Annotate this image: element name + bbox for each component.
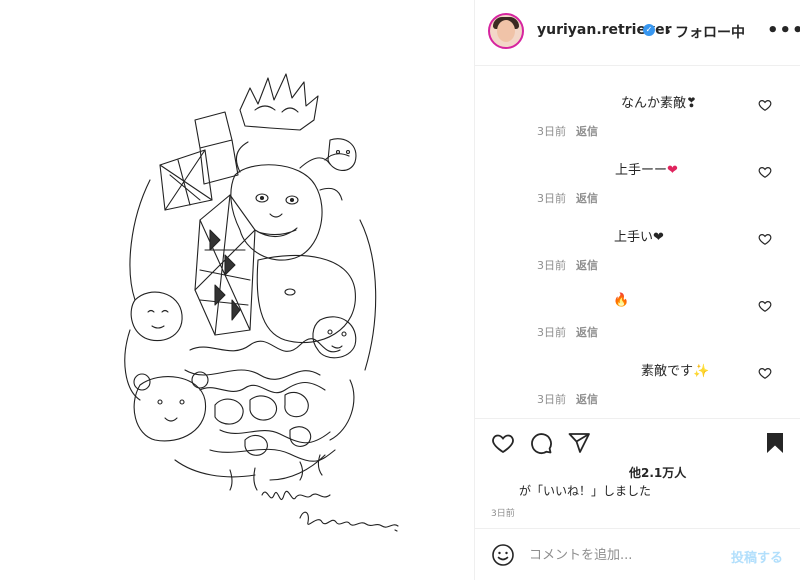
avatar[interactable] — [488, 13, 524, 49]
comment-item: 素敵です✨ 3日前 返信 — [475, 335, 800, 406]
emoji-smile-icon[interactable] — [491, 543, 515, 567]
post-header: yuriyan.retriever ✓ ・フォロー中 ••• — [475, 0, 800, 66]
comment-item: 上手ーー❤ 3日前 返信 — [475, 134, 800, 205]
avatar-face — [497, 20, 515, 42]
bookmark-icon[interactable] — [763, 431, 787, 455]
action-bar — [475, 418, 800, 462]
comment-like-heart-icon[interactable] — [758, 299, 772, 313]
comment-icon[interactable] — [529, 431, 553, 455]
share-icon[interactable] — [567, 431, 591, 455]
comment-item: なんか素敵❣ 3日前 返信 — [475, 67, 800, 138]
follow-status-button[interactable]: ・フォロー中 — [661, 22, 745, 42]
post-image[interactable] — [0, 0, 474, 580]
more-options-icon[interactable]: ••• — [767, 20, 800, 41]
comments-list[interactable]: なんか素敵❣ 3日前 返信 上手ーー❤ 3日前 返信 上手い❤ 3日前 返信 🔥… — [475, 67, 800, 417]
comment-text: 🔥 — [613, 293, 630, 308]
heart-icon[interactable] — [491, 431, 515, 455]
comment-item: 🔥 3日前 返信 — [475, 268, 800, 339]
comment-text: 上手ーー❤ — [615, 163, 678, 178]
post-comment-button[interactable]: 投稿する — [731, 547, 783, 566]
likes-summary[interactable]: 他2.1万人 が「いいね！」しました — [475, 462, 800, 498]
line-drawing-artwork — [124, 73, 399, 532]
comment-text: 素敵です✨ — [641, 364, 710, 379]
comment-like-heart-icon[interactable] — [758, 232, 772, 246]
comment-text: なんか素敵❣ — [621, 96, 697, 111]
instagram-post: yuriyan.retriever ✓ ・フォロー中 ••• なんか素敵❣ 3日… — [0, 0, 800, 580]
add-comment-bar: 投稿する — [475, 528, 800, 580]
reply-button[interactable]: 返信 — [576, 393, 598, 406]
comment-like-heart-icon[interactable] — [758, 366, 772, 380]
post-sidebar: yuriyan.retriever ✓ ・フォロー中 ••• なんか素敵❣ 3日… — [474, 0, 800, 580]
comment-like-heart-icon[interactable] — [758, 165, 772, 179]
comment-item: 上手い❤ 3日前 返信 — [475, 201, 800, 272]
likes-text: が「いいね！」しました — [519, 484, 652, 498]
verified-badge-icon: ✓ — [643, 24, 655, 36]
comment-text: 上手い❤ — [614, 230, 664, 245]
comment-time: 3日前 — [537, 393, 566, 406]
artist-signature — [261, 490, 399, 532]
comment-input[interactable] — [527, 541, 721, 569]
post-date: 3日前 — [491, 509, 515, 519]
comment-meta: 3日前 返信 — [537, 391, 608, 407]
comment-like-heart-icon[interactable] — [758, 98, 772, 112]
likes-count[interactable]: 他2.1万人 — [629, 464, 686, 481]
